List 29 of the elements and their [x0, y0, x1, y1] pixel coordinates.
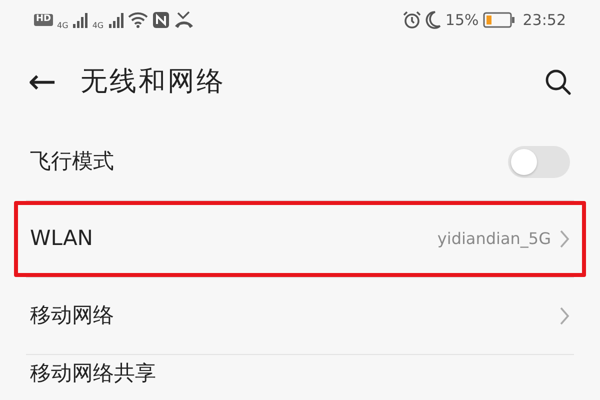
- back-button[interactable]: ←: [28, 65, 56, 99]
- setting-value: yidiandian_5G: [437, 228, 551, 250]
- battery-icon: [482, 12, 515, 28]
- nfc-icon: [152, 11, 170, 29]
- page-title: 无线和网络: [80, 64, 226, 99]
- search-icon: [544, 68, 572, 96]
- clock-time: 23:52: [522, 10, 566, 31]
- settings-row[interactable]: 移动网络: [0, 278, 600, 354]
- wifi-icon: [128, 12, 148, 28]
- setting-label: WLAN: [30, 225, 94, 252]
- search-button[interactable]: [544, 68, 572, 96]
- settings-row[interactable]: 移动网络共享: [0, 355, 600, 395]
- chevron-right-icon: [559, 306, 570, 326]
- hd-badge: HD: [34, 14, 54, 26]
- missed-call-icon: [174, 11, 194, 29]
- setting-label: 飞行模式: [30, 148, 114, 176]
- network-type-label: 4G: [92, 20, 104, 32]
- battery-percentage: 15%: [445, 10, 479, 31]
- signal-icon: [108, 12, 124, 28]
- setting-label: 移动网络: [30, 302, 114, 330]
- chevron-right-icon: [559, 229, 570, 249]
- settings-row[interactable]: WLAN yidiandian_5G: [14, 201, 586, 277]
- network-type-label: 4G: [57, 20, 68, 32]
- alarm-icon: [403, 11, 422, 29]
- toggle-switch[interactable]: [508, 146, 570, 178]
- settings-row[interactable]: 飞行模式: [0, 124, 600, 200]
- moon-icon: [425, 11, 442, 29]
- setting-label: 移动网络共享: [30, 360, 156, 386]
- signal-icon: [72, 12, 88, 28]
